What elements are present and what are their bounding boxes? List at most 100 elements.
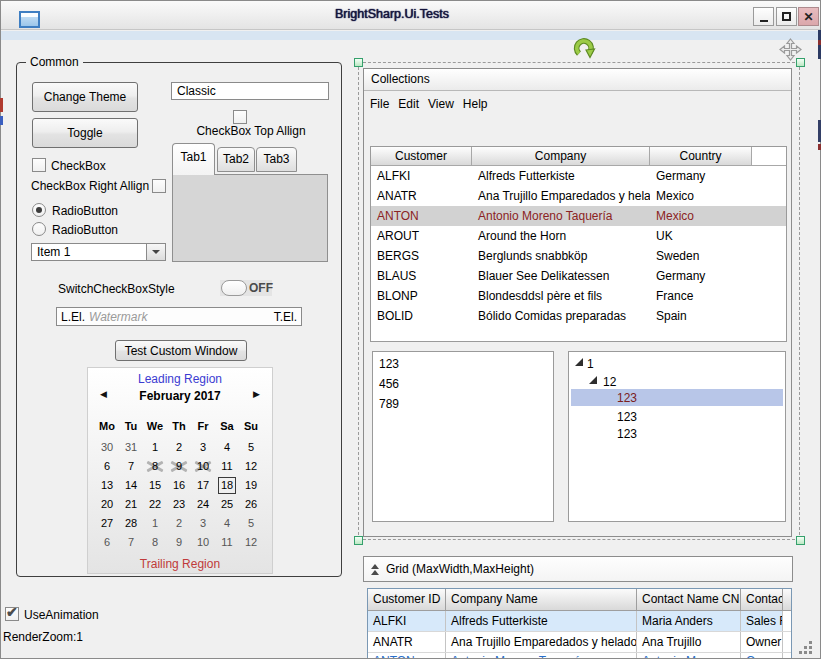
watermark-textbox[interactable]: L.El. Watermark T.El. bbox=[56, 307, 302, 326]
minimize-button[interactable] bbox=[753, 7, 774, 26]
maximize-button[interactable] bbox=[776, 7, 797, 26]
calendar-day[interactable]: 3 bbox=[191, 438, 215, 457]
calendar-day[interactable]: 5 bbox=[239, 514, 263, 533]
calendar-day[interactable]: 21 bbox=[119, 495, 143, 514]
tree-expander-icon-2[interactable] bbox=[589, 376, 597, 384]
selection-handle-topleft[interactable] bbox=[354, 58, 363, 67]
collapse-icon[interactable] bbox=[371, 564, 380, 576]
tab-tab3[interactable]: Tab3 bbox=[256, 147, 297, 172]
calendar-day[interactable]: 1 bbox=[143, 514, 167, 533]
bottom-datagrid[interactable]: Customer IDCompany NameContact Name CNCo… bbox=[367, 588, 792, 659]
table-row[interactable]: ANTONAntonio Moreno TaqueríaMexico bbox=[371, 206, 786, 226]
use-animation-checkbox[interactable]: ✔ bbox=[5, 607, 19, 621]
tree-root-label[interactable]: 1 bbox=[587, 356, 594, 372]
calendar-day[interactable]: 14 bbox=[119, 476, 143, 495]
numbers-listbox[interactable]: 123456789 bbox=[372, 351, 554, 522]
theme-textbox[interactable]: Classic bbox=[171, 82, 329, 100]
tree-child-label[interactable]: 12 bbox=[603, 374, 616, 390]
calendar-day[interactable]: 15 bbox=[143, 476, 167, 495]
treeview[interactable]: 1 12 123 123 123 bbox=[568, 351, 786, 522]
collections-header[interactable]: Collections bbox=[364, 69, 791, 91]
change-theme-button[interactable]: Change Theme bbox=[32, 82, 138, 112]
calendar-day[interactable]: 26 bbox=[239, 495, 263, 514]
list-item[interactable]: 456 bbox=[373, 374, 553, 394]
menu-item-edit[interactable]: Edit bbox=[394, 93, 423, 115]
checkbox-right-align[interactable] bbox=[152, 179, 166, 193]
calendar[interactable]: Leading Region ◀ February 2017 ▶ MoTuWeT… bbox=[87, 367, 273, 574]
tree-expander-icon[interactable] bbox=[575, 358, 583, 366]
item-combobox[interactable]: Item 1 bbox=[31, 243, 166, 261]
grid-expander-header[interactable]: Grid (MaxWidth,MaxHeight) bbox=[363, 556, 793, 582]
selection-handle-bottomright[interactable] bbox=[796, 536, 805, 545]
calendar-day[interactable]: 13 bbox=[95, 476, 119, 495]
test-custom-window-button[interactable]: Test Custom Window bbox=[115, 340, 247, 361]
resize-grip[interactable] bbox=[799, 641, 815, 657]
table-row[interactable]: AROUTAround the HornUK bbox=[371, 226, 786, 246]
calendar-day[interactable]: 18 bbox=[218, 477, 236, 494]
column-header[interactable]: Country bbox=[650, 147, 752, 166]
table-row[interactable]: ANATRAna Trujillo Emparedados y heladosA… bbox=[368, 632, 791, 653]
list-item[interactable]: 789 bbox=[373, 394, 553, 414]
column-header[interactable]: Customer ID bbox=[368, 589, 446, 611]
table-row[interactable]: ANATRAna Trujillo Emparedados y helaMexi… bbox=[371, 186, 786, 206]
calendar-day[interactable]: 3 bbox=[191, 514, 215, 533]
calendar-day[interactable]: 25 bbox=[215, 495, 239, 514]
close-button[interactable]: ✕ bbox=[798, 7, 819, 26]
calendar-month-label[interactable]: February 2017 bbox=[88, 389, 272, 403]
calendar-day[interactable]: 8 bbox=[143, 457, 167, 476]
tab-tab2[interactable]: Tab2 bbox=[217, 147, 255, 172]
table-row[interactable]: BLONPBlondesddsl père et filsFrance bbox=[371, 286, 786, 306]
calendar-day[interactable]: 11 bbox=[215, 533, 239, 552]
calendar-day[interactable]: 6 bbox=[95, 457, 119, 476]
calendar-day[interactable]: 31 bbox=[119, 438, 143, 457]
table-row[interactable]: ALFKIAlfreds FutterkisteGermany bbox=[371, 166, 786, 186]
title-bar[interactable]: BrightSharp.Ui.Tests ✕ bbox=[0, 0, 821, 30]
calendar-day[interactable]: 30 bbox=[95, 438, 119, 457]
calendar-day[interactable]: 16 bbox=[167, 476, 191, 495]
calendar-day[interactable]: 8 bbox=[143, 533, 167, 552]
tab-tab1[interactable]: Tab1 bbox=[172, 143, 215, 175]
menu-item-view[interactable]: View bbox=[424, 93, 458, 115]
table-row[interactable]: ANTONAntonio Moreno TaqueríaAntonio More… bbox=[368, 653, 791, 659]
calendar-day[interactable]: 4 bbox=[215, 438, 239, 457]
selection-handle-topright[interactable] bbox=[796, 58, 805, 67]
table-row[interactable]: BOLIDBólido Comidas preparadasSpain bbox=[371, 306, 786, 326]
toggle-button[interactable]: Toggle bbox=[32, 118, 138, 148]
menu-item-file[interactable]: File bbox=[366, 93, 393, 115]
column-header[interactable]: Company bbox=[472, 147, 650, 166]
tree-leaf-2[interactable]: 123 bbox=[617, 409, 637, 425]
calendar-day[interactable]: 19 bbox=[239, 476, 263, 495]
column-header[interactable]: Contact Name CN bbox=[637, 589, 741, 611]
calendar-day[interactable]: 2 bbox=[167, 514, 191, 533]
calendar-day[interactable]: 27 bbox=[95, 514, 119, 533]
calendar-day[interactable]: 10 bbox=[191, 533, 215, 552]
tree-leaf-selected[interactable]: 123 bbox=[617, 390, 637, 406]
calendar-day[interactable]: 5 bbox=[239, 438, 263, 457]
calendar-day[interactable]: 1 bbox=[143, 438, 167, 457]
customers-datagrid[interactable]: CustomerCompanyCountry ALFKIAlfreds Futt… bbox=[370, 146, 787, 342]
selection-handle-bottomleft[interactable] bbox=[354, 536, 363, 545]
switch-knob[interactable] bbox=[221, 280, 247, 296]
list-item[interactable]: 123 bbox=[373, 354, 553, 374]
column-header[interactable]: Customer bbox=[371, 147, 472, 166]
refresh-icon[interactable] bbox=[572, 35, 598, 61]
calendar-day[interactable]: 9 bbox=[167, 457, 191, 476]
combobox-dropdown-button[interactable] bbox=[146, 244, 165, 260]
column-header[interactable]: Contact bbox=[741, 589, 783, 611]
tree-leaf-3[interactable]: 123 bbox=[617, 426, 637, 442]
table-row[interactable]: BLAUSBlauer See DelikatessenGermany bbox=[371, 266, 786, 286]
menu-item-help[interactable]: Help bbox=[459, 93, 492, 115]
calendar-day[interactable]: 7 bbox=[119, 533, 143, 552]
calendar-day[interactable]: 22 bbox=[143, 495, 167, 514]
calendar-day[interactable]: 9 bbox=[167, 533, 191, 552]
column-header[interactable]: Company Name bbox=[446, 589, 637, 611]
calendar-day[interactable]: 23 bbox=[167, 495, 191, 514]
calendar-day[interactable]: 24 bbox=[191, 495, 215, 514]
calendar-day[interactable]: 17 bbox=[191, 476, 215, 495]
calendar-day[interactable]: 10 bbox=[191, 457, 215, 476]
calendar-day[interactable]: 11 bbox=[215, 457, 239, 476]
checkbox[interactable] bbox=[32, 158, 46, 172]
table-row[interactable]: ALFKIAlfreds FutterkisteMaria AndersSale… bbox=[368, 611, 791, 632]
calendar-next-button[interactable]: ▶ bbox=[253, 389, 260, 399]
table-row[interactable]: BERGSBerglunds snabbköpSweden bbox=[371, 246, 786, 266]
